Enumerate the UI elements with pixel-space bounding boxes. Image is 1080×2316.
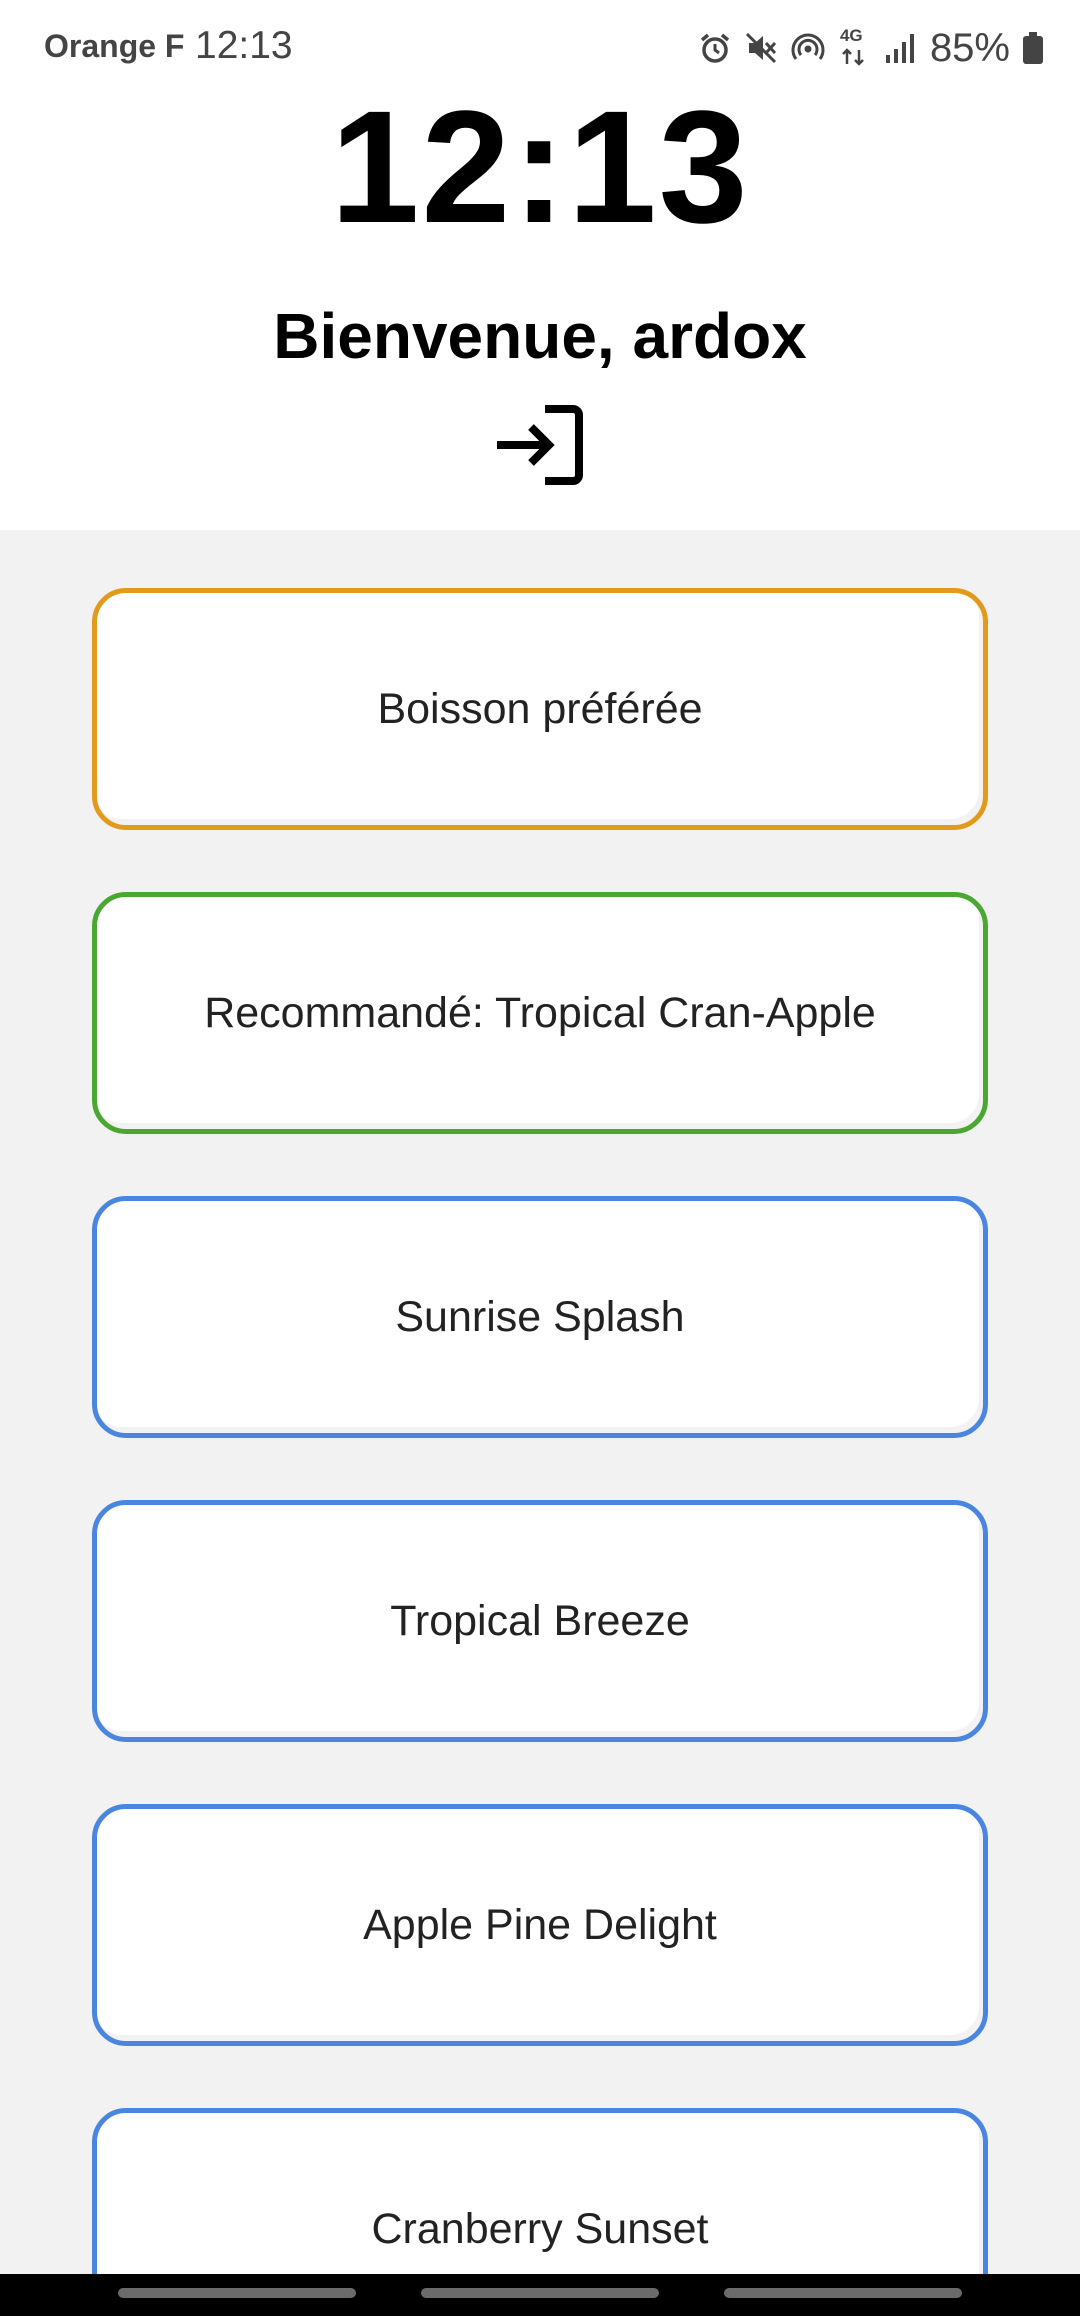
card-label: Boisson préférée (377, 684, 703, 733)
nav-back-handle[interactable] (724, 2288, 962, 2298)
login-arrow-icon (493, 403, 587, 492)
signal-icon (884, 31, 916, 65)
hotspot-icon (790, 31, 826, 65)
nav-recents-handle[interactable] (118, 2288, 356, 2298)
battery-icon (1022, 31, 1044, 65)
navigation-bar (0, 2274, 1080, 2316)
card-label: Sunrise Splash (395, 1292, 685, 1341)
network-4g-icon: 4G (838, 26, 872, 68)
screen: Orange F 12:13 4G 85% 12:13 Bienvenue, a… (0, 0, 1080, 2316)
card-label: Tropical Breeze (390, 1596, 690, 1645)
welcome-message: Bienvenue, ardox (273, 300, 807, 372)
status-time: 12:13 (195, 24, 293, 67)
card-label: Cranberry Sunset (371, 2204, 709, 2253)
carrier-name: Orange F (44, 28, 185, 64)
card-label: Recommandé: Tropical Cran-Apple (204, 988, 876, 1037)
drink-button-tropical-breeze[interactable]: Tropical Breeze (92, 1500, 988, 1742)
header: Orange F 12:13 4G 85% 12:13 Bienvenue, a… (0, 0, 1080, 530)
battery-percent: 85% (929, 25, 1010, 70)
favorite-drink-button[interactable]: Boisson préférée (92, 588, 988, 830)
nav-home-handle[interactable] (421, 2288, 659, 2298)
drink-button-sunrise-splash[interactable]: Sunrise Splash (92, 1196, 988, 1438)
login-button[interactable] (490, 402, 590, 492)
alarm-icon (698, 31, 732, 65)
status-icons: 4G 85% (698, 22, 1044, 74)
clock-display: 12:13 (330, 77, 750, 256)
drink-button-apple-pine-delight[interactable]: Apple Pine Delight (92, 1804, 988, 2046)
mute-icon (744, 31, 778, 65)
recommended-drink-button[interactable]: Recommandé: Tropical Cran-Apple (92, 892, 988, 1134)
card-label: Apple Pine Delight (363, 1900, 717, 1949)
